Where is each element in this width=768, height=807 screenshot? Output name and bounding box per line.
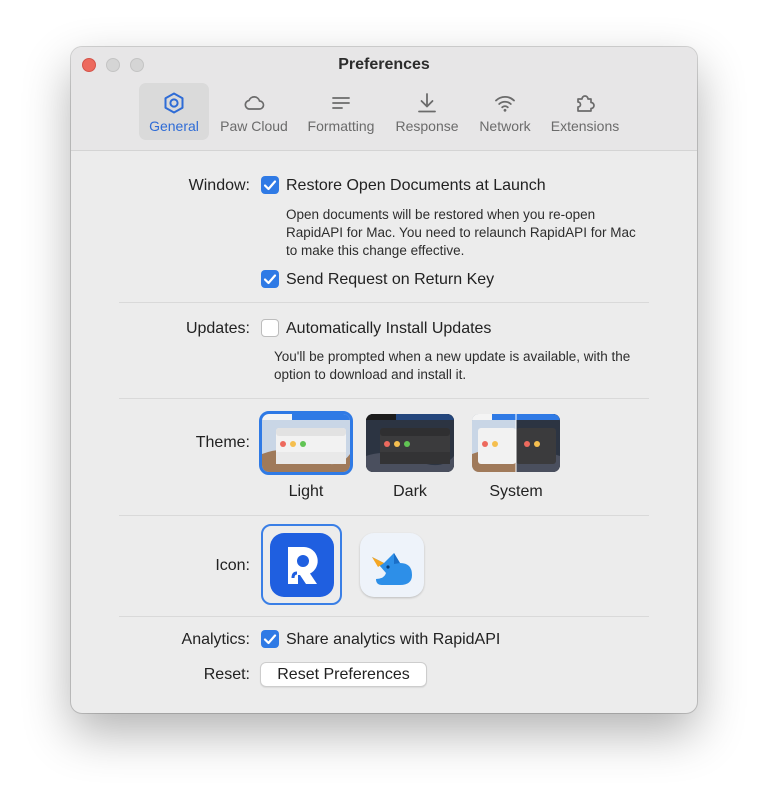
analytics-section-label: Analytics: — [181, 631, 250, 648]
cloud-icon — [244, 96, 265, 110]
updates-note-line: option to download and install it. — [274, 367, 467, 382]
analytics-label: Share analytics with RapidAPI — [286, 631, 501, 648]
wifi-icon — [495, 96, 515, 112]
restore-documents-checkbox[interactable] — [261, 176, 279, 194]
window-section-label: Window: — [188, 177, 250, 194]
download-arrow-icon — [418, 93, 436, 113]
tab-network-label: Network — [479, 118, 531, 134]
theme-light-label: Light — [288, 483, 324, 500]
auto-updates-checkbox[interactable] — [261, 319, 279, 337]
checkmark-icon — [263, 634, 277, 645]
reset-section-label: Reset: — [203, 666, 250, 683]
tab-paw-cloud[interactable]: Paw Cloud — [214, 83, 294, 140]
section-divider — [119, 515, 649, 516]
section-divider — [119, 302, 649, 303]
tab-extensions-label: Extensions — [550, 118, 620, 134]
checkmark-icon — [263, 274, 277, 285]
section-divider — [119, 398, 649, 399]
tab-formatting-label: Formatting — [307, 118, 375, 134]
theme-system-label: System — [489, 483, 543, 500]
gear-hexagon-icon — [164, 92, 184, 114]
restore-note-line: RapidAPI for Mac. You need to relaunch R… — [286, 225, 636, 240]
restore-documents-note: Open documents will be restored when you… — [286, 206, 636, 260]
updates-note-line: You'll be prompted when a new update is … — [274, 349, 631, 364]
theme-light-option[interactable] — [259, 411, 353, 475]
tab-network[interactable]: Network — [471, 83, 539, 140]
system-theme-preview — [472, 414, 560, 472]
preferences-window: Preferences General Paw Cloud Formatting — [71, 47, 697, 713]
reset-preferences-button[interactable]: Reset Preferences — [260, 662, 427, 687]
titlebar-toolbar: Preferences General Paw Cloud Formatting — [71, 47, 697, 151]
tab-general-label: General — [149, 118, 199, 134]
restore-documents-label: Restore Open Documents at Launch — [286, 177, 546, 194]
tab-general[interactable]: General — [139, 83, 209, 140]
puzzle-piece-icon — [577, 95, 595, 112]
rapidapi-app-icon[interactable] — [270, 533, 334, 597]
send-on-return-checkbox[interactable] — [261, 270, 279, 288]
restore-note-line: to make this change effective. — [286, 243, 465, 258]
theme-system-option[interactable] — [472, 414, 560, 472]
tab-formatting[interactable]: Formatting — [300, 83, 382, 140]
tab-extensions[interactable]: Extensions — [544, 83, 626, 140]
theme-dark-option[interactable] — [366, 414, 454, 472]
section-divider — [119, 616, 649, 617]
tab-response[interactable]: Response — [389, 83, 465, 140]
send-on-return-label: Send Request on Return Key — [286, 271, 495, 288]
updates-section-label: Updates: — [185, 320, 250, 337]
icon-section-label: Icon: — [215, 557, 250, 574]
paw-fox-app-icon[interactable] — [360, 533, 424, 597]
light-theme-preview — [262, 414, 350, 472]
auto-updates-label: Automatically Install Updates — [286, 320, 492, 337]
paw-fox-logo-icon — [372, 553, 412, 585]
checkmark-icon — [263, 180, 277, 191]
restore-note-line: Open documents will be restored when you… — [286, 207, 596, 222]
tab-response-label: Response — [395, 118, 459, 134]
theme-dark-label: Dark — [393, 483, 427, 500]
text-lines-icon — [332, 97, 350, 109]
rapidapi-logo-icon — [288, 547, 318, 584]
tab-paw-cloud-label: Paw Cloud — [220, 118, 288, 134]
updates-note: You'll be prompted when a new update is … — [274, 348, 630, 384]
theme-section-label: Theme: — [195, 434, 250, 451]
analytics-checkbox[interactable] — [261, 630, 279, 648]
window-title: Preferences — [338, 56, 430, 73]
dark-theme-preview — [366, 414, 454, 472]
